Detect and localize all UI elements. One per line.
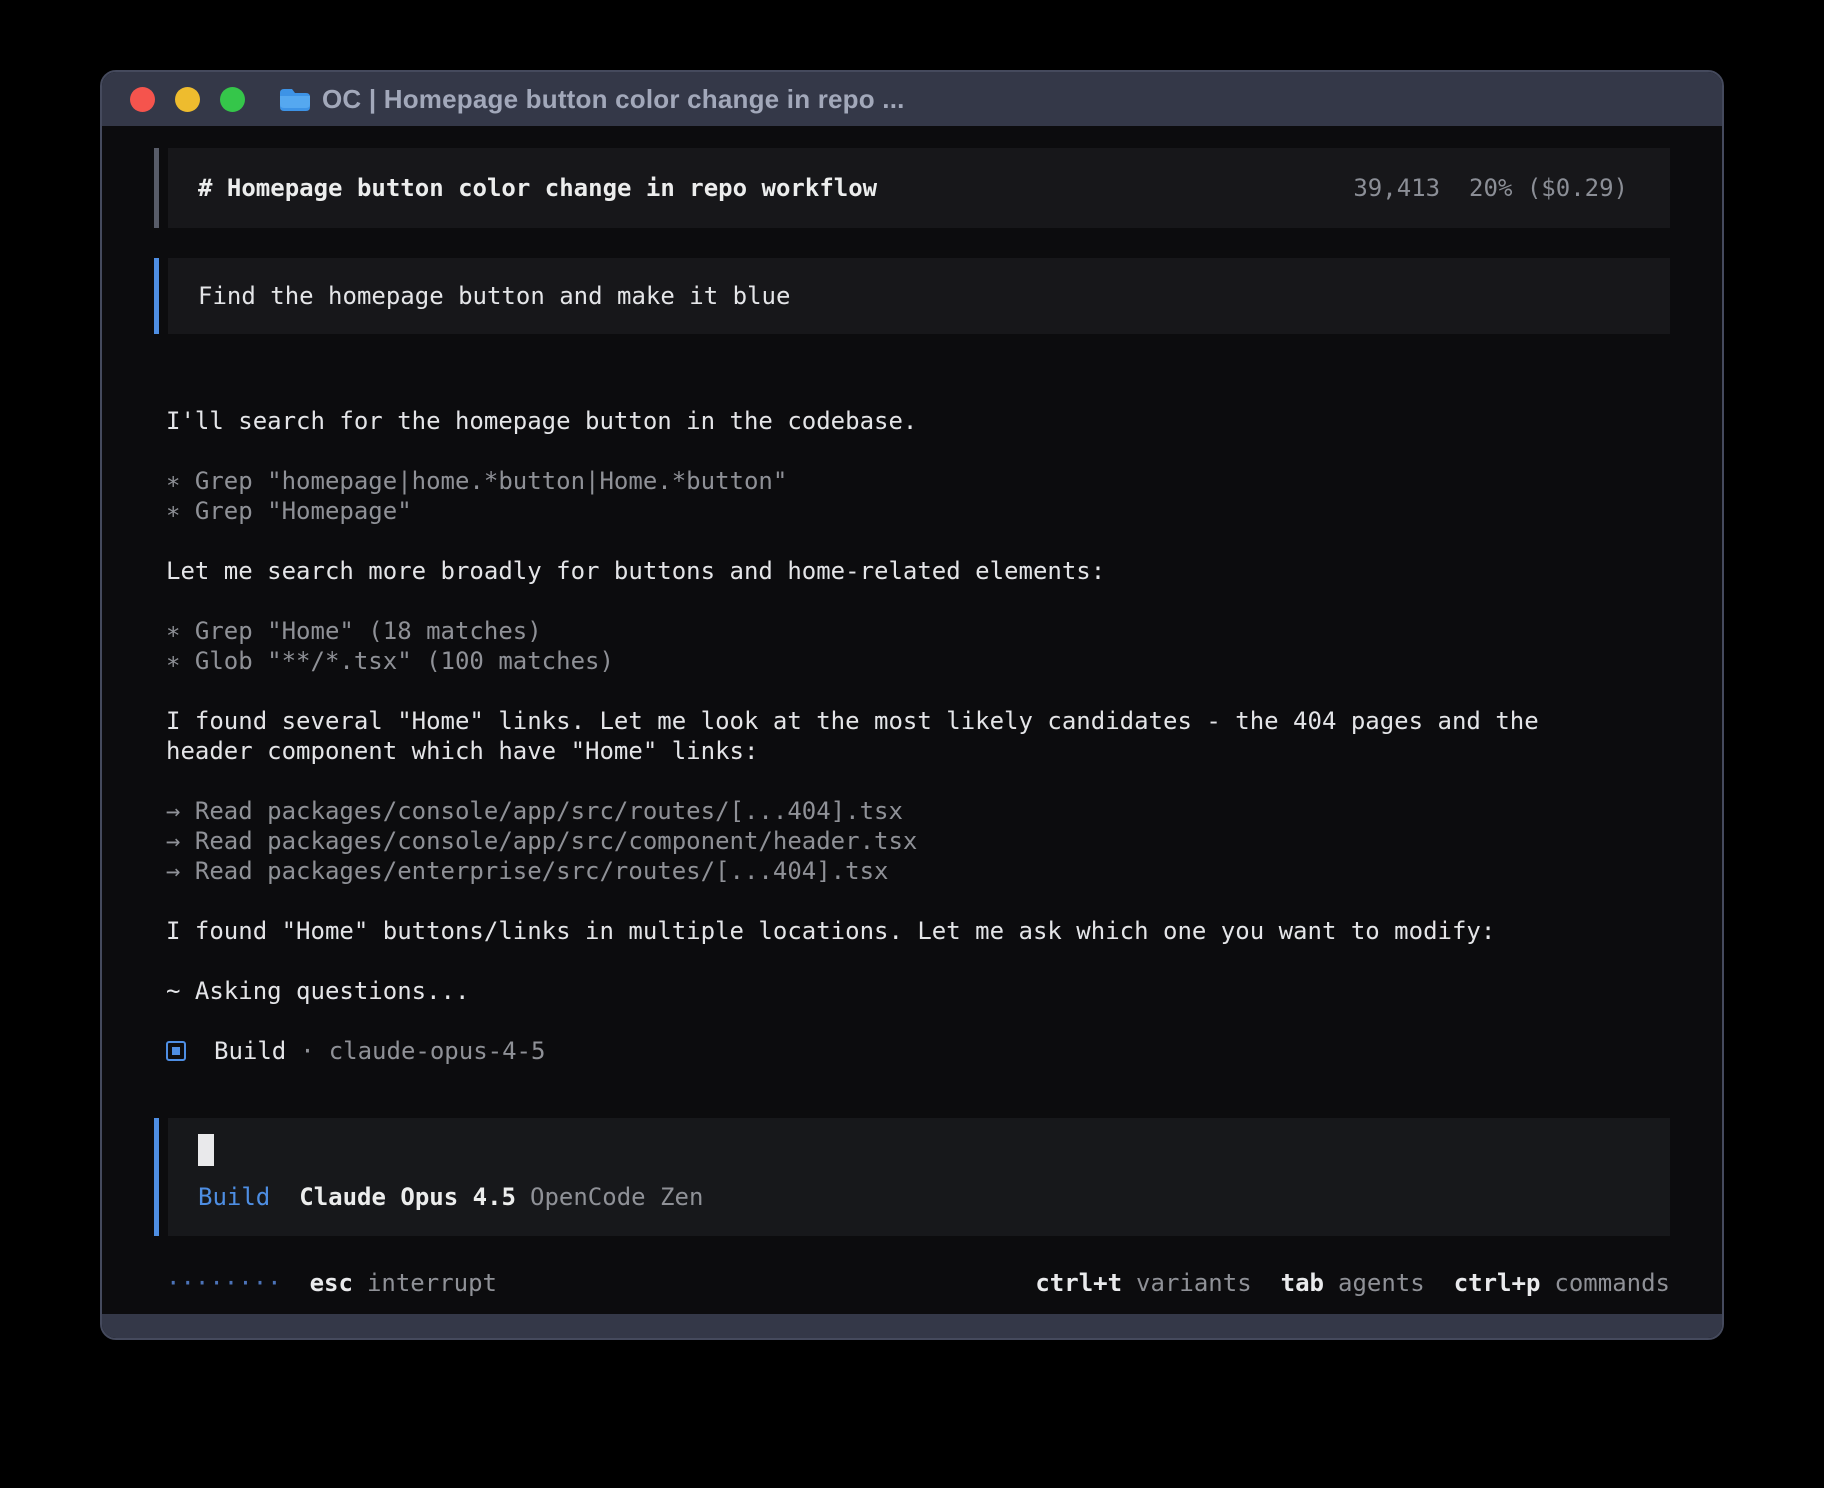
assistant-text: Let me search more broadly for buttons a… [166, 556, 1596, 586]
window-titlebar[interactable]: OC | Homepage button color change in rep… [102, 72, 1722, 126]
tool-call-glob: ∗ Glob "**/*.tsx" (100 matches) [166, 646, 1670, 676]
status-line: ~ Asking questions... [166, 976, 1670, 1006]
agent-row: Build · claude-opus-4-5 [166, 1036, 1670, 1066]
agents-label: agents [1338, 1269, 1425, 1297]
status-bar: ········ esc interrupt ctrl+t variants tab… [154, 1268, 1670, 1298]
tool-call-grep: ∗ Grep "homepage|home.*button|Home.*butt… [166, 466, 1670, 496]
input-line[interactable] [198, 1134, 1628, 1166]
assistant-paragraph: Let me search more broadly for buttons a… [166, 556, 1670, 586]
commands-label: commands [1554, 1269, 1670, 1297]
variants-hint: ctrl+t variants [1035, 1268, 1251, 1298]
commands-hint: ctrl+p commands [1454, 1268, 1670, 1298]
text-cursor [198, 1134, 214, 1166]
spinner-dots: ········ [166, 1268, 282, 1298]
variants-label: variants [1136, 1269, 1252, 1297]
maximize-button[interactable] [220, 87, 245, 112]
model-row: Build Claude Opus 4.5 OpenCode Zen [198, 1182, 1628, 1212]
tool-call-group: → Read packages/console/app/src/routes/[… [166, 796, 1670, 886]
token-count: 39,413 [1353, 174, 1440, 202]
tool-call-read: → Read packages/enterprise/src/routes/[.… [166, 856, 1670, 886]
close-button[interactable] [130, 87, 155, 112]
esc-key: esc [310, 1269, 353, 1297]
ctrl-t-key: ctrl+t [1035, 1269, 1122, 1297]
window-bottom-strip [102, 1314, 1722, 1338]
keyboard-hints: ctrl+t variants tab agents ctrl+p commands [1006, 1268, 1670, 1298]
traffic-lights [130, 87, 245, 112]
terminal-content: # Homepage button color change in repo w… [102, 126, 1722, 1314]
minimize-button[interactable] [175, 87, 200, 112]
session-header: # Homepage button color change in repo w… [154, 148, 1670, 228]
window-title: OC | Homepage button color change in rep… [322, 84, 905, 115]
agent-build-icon [166, 1041, 186, 1061]
user-message: Find the homepage button and make it blu… [154, 258, 1670, 334]
esc-label: interrupt [367, 1269, 497, 1297]
provider-name: OpenCode Zen [530, 1183, 703, 1211]
tool-call-group: ∗ Grep "Home" (18 matches) ∗ Glob "**/*.… [166, 616, 1670, 676]
conversation: I'll search for the homepage button in t… [154, 406, 1670, 1096]
mode-badge[interactable]: Build [198, 1183, 270, 1211]
assistant-paragraph: I found several "Home" links. Let me loo… [166, 706, 1670, 766]
tool-call-grep: ∗ Grep "Home" (18 matches) [166, 616, 1670, 646]
session-title: # Homepage button color change in repo w… [198, 173, 877, 203]
session-stats: 39,413 20% ($0.29) [1353, 173, 1628, 203]
folder-icon [278, 86, 310, 112]
agent-separator: · [300, 1036, 314, 1066]
assistant-text: I'll search for the homepage button in t… [166, 406, 1596, 436]
assistant-paragraph: I found "Home" buttons/links in multiple… [166, 916, 1670, 946]
tool-call-read: → Read packages/console/app/src/componen… [166, 826, 1670, 856]
assistant-text: I found "Home" buttons/links in multiple… [166, 916, 1596, 946]
tool-call-read: → Read packages/console/app/src/routes/[… [166, 796, 1670, 826]
user-message-text: Find the homepage button and make it blu… [198, 282, 790, 310]
prompt-input[interactable]: Build Claude Opus 4.5 OpenCode Zen [154, 1118, 1670, 1236]
tool-call-grep: ∗ Grep "Homepage" [166, 496, 1670, 526]
agents-hint: tab agents [1281, 1268, 1425, 1298]
asking-questions-status: ~ Asking questions... [166, 976, 1596, 1006]
agent-model: claude-opus-4-5 [329, 1036, 546, 1066]
model-name[interactable]: Claude Opus 4.5 [299, 1183, 516, 1211]
assistant-paragraph: I'll search for the homepage button in t… [166, 406, 1670, 436]
terminal-window: OC | Homepage button color change in rep… [100, 70, 1724, 1340]
esc-hint: esc interrupt [310, 1268, 497, 1298]
ctrl-p-key: ctrl+p [1454, 1269, 1541, 1297]
agent-name: Build [214, 1036, 286, 1066]
tool-call-group: ∗ Grep "homepage|home.*button|Home.*butt… [166, 466, 1670, 526]
context-usage: 20% ($0.29) [1469, 174, 1628, 202]
assistant-text: I found several "Home" links. Let me loo… [166, 706, 1596, 766]
tab-key: tab [1281, 1269, 1324, 1297]
